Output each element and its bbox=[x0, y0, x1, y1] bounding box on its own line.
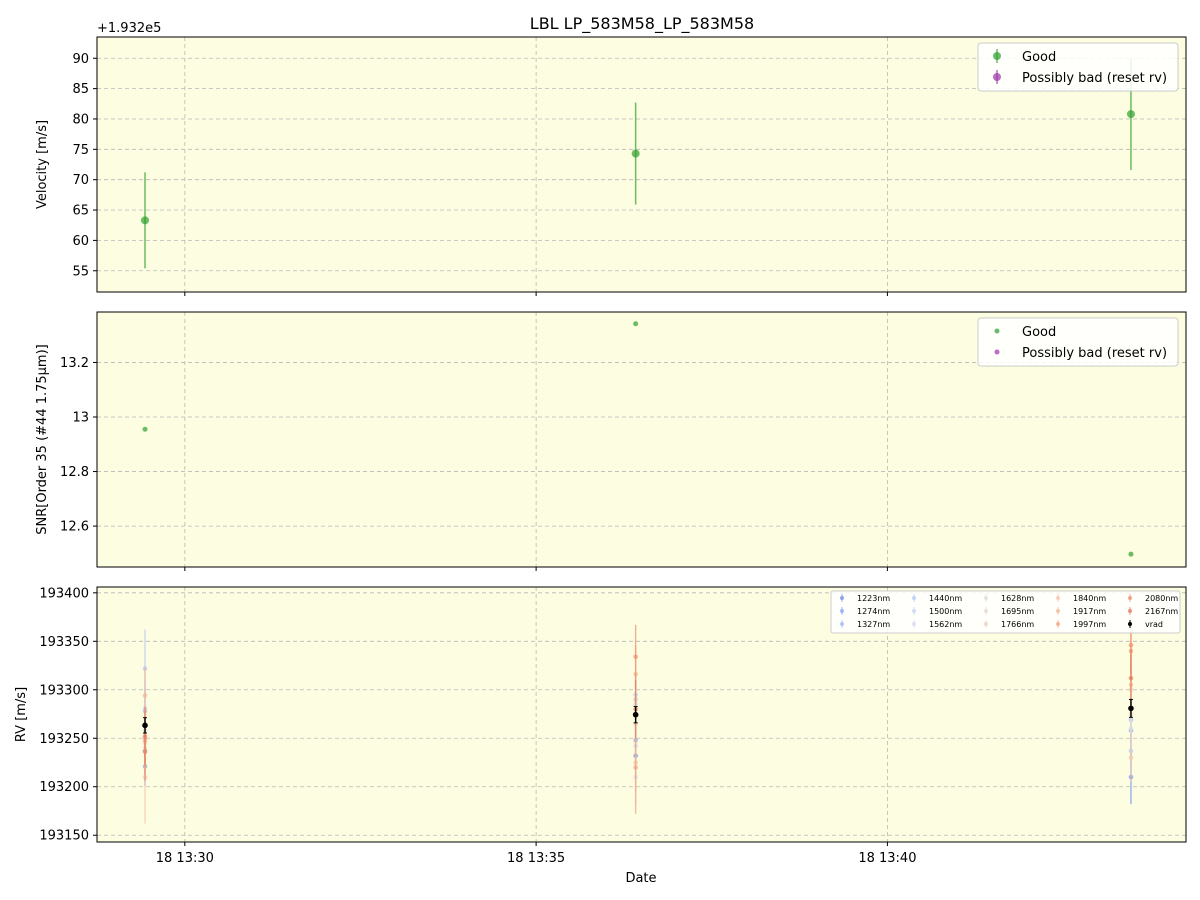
y-tick-label: 193150 bbox=[39, 829, 89, 844]
legend-label: 2080nm bbox=[1145, 594, 1178, 603]
data-point bbox=[1128, 755, 1134, 760]
y-tick-label: 193200 bbox=[39, 780, 89, 795]
x-axis-label: Date bbox=[625, 871, 656, 886]
legend-marker bbox=[984, 622, 988, 626]
legend-label: vrad bbox=[1145, 620, 1163, 629]
y-axis-label: Velocity [m/s] bbox=[35, 120, 50, 209]
y-tick-label: 193250 bbox=[39, 732, 89, 747]
panel-rv: 193150 193200 193250 193300 193350 193400 18 1… bbox=[14, 586, 1187, 866]
legend-marker bbox=[912, 596, 916, 600]
legend-label: 1440nm bbox=[929, 594, 962, 603]
legend-marker bbox=[840, 609, 844, 613]
legend-marker bbox=[840, 622, 844, 626]
data-point bbox=[142, 693, 148, 698]
panel-snr: 12.6 12.8 13 13.2 SNR[Order 35 (#44 1.75μm)]… bbox=[35, 311, 1187, 571]
legend-marker bbox=[1056, 609, 1060, 613]
legend-marker bbox=[984, 609, 988, 613]
y-tick-label: 75 bbox=[72, 143, 89, 158]
legend-marker bbox=[994, 349, 1000, 355]
legend-label: 1997nm bbox=[1073, 620, 1106, 629]
data-point bbox=[632, 711, 639, 718]
legend-label: 1840nm bbox=[1073, 594, 1106, 603]
data-point bbox=[1126, 110, 1135, 119]
data-point bbox=[1128, 675, 1134, 681]
legend-marker bbox=[1128, 609, 1132, 613]
legend-label: Good bbox=[1022, 50, 1056, 65]
legend-marker bbox=[1128, 622, 1132, 626]
y-tick-label: 80 bbox=[72, 112, 89, 127]
legend-label: 1500nm bbox=[929, 607, 962, 616]
legend-marker bbox=[993, 73, 1001, 81]
axis-offset-label: +1.932e5 bbox=[97, 21, 161, 36]
y-tick-label: 12.6 bbox=[60, 520, 89, 535]
y-tick-label: 55 bbox=[72, 264, 89, 279]
y-tick-label: 13.2 bbox=[60, 356, 89, 371]
legend-label: 1223nm bbox=[857, 594, 890, 603]
legend-label: Possibly bad (reset rv) bbox=[1022, 346, 1167, 361]
y-tick-label: 193350 bbox=[39, 635, 89, 650]
data-point bbox=[633, 654, 638, 660]
y-tick-label: 193400 bbox=[39, 586, 89, 601]
figure: LBL LP_583M58_LP_583M58 Date 55 60 65 70 75 8… bbox=[14, 14, 1187, 886]
y-axis-label: SNR[Order 35 (#44 1.75μm)] bbox=[35, 344, 50, 535]
x-tick-label: 18 13:30 bbox=[156, 851, 214, 866]
legend-marker bbox=[1056, 622, 1060, 626]
legend-label: Good bbox=[1022, 325, 1056, 340]
legend-label: 2167nm bbox=[1145, 607, 1178, 616]
legend-label: 1327nm bbox=[857, 620, 890, 629]
x-tick-label: 18 13:35 bbox=[507, 851, 565, 866]
y-tick-label: 85 bbox=[72, 82, 89, 97]
y-tick-label: 60 bbox=[72, 234, 89, 249]
y-tick-label: 70 bbox=[72, 173, 89, 188]
data-point bbox=[633, 321, 639, 327]
data-point bbox=[142, 734, 148, 739]
data-point bbox=[142, 722, 148, 729]
y-tick-label: 193300 bbox=[39, 683, 89, 698]
legend-label: 1274nm bbox=[857, 607, 890, 616]
legend-marker bbox=[912, 622, 916, 626]
y-tick-label: 13 bbox=[72, 411, 89, 426]
legend-label: 1917nm bbox=[1073, 607, 1106, 616]
y-axis-label: RV [m/s] bbox=[14, 687, 29, 742]
legend-label: 1766nm bbox=[1001, 620, 1034, 629]
y-tick-label: 90 bbox=[72, 52, 89, 67]
data-point bbox=[631, 149, 640, 158]
y-tick-label: 12.8 bbox=[60, 465, 89, 480]
legend-marker bbox=[912, 609, 916, 613]
legend-label: 1562nm bbox=[929, 620, 962, 629]
data-point bbox=[633, 765, 638, 770]
x-tick-label: 18 13:40 bbox=[858, 851, 916, 866]
panel-velocity: 55 60 65 70 75 80 85 90 Velocity [m/s] +1.932e5 Go… bbox=[35, 21, 1187, 296]
legend-marker bbox=[984, 596, 988, 600]
legend-marker bbox=[1056, 596, 1060, 600]
data-point bbox=[142, 426, 148, 432]
data-point bbox=[1128, 551, 1134, 557]
legend-marker bbox=[840, 596, 844, 600]
y-tick-label: 65 bbox=[72, 204, 89, 219]
figure-title: LBL LP_583M58_LP_583M58 bbox=[530, 14, 754, 34]
legend-marker bbox=[1128, 596, 1132, 600]
legend-marker bbox=[994, 328, 1000, 334]
legend-label: Possibly bad (reset rv) bbox=[1022, 71, 1167, 86]
legend-label: 1628nm bbox=[1001, 594, 1034, 603]
data-point bbox=[141, 216, 150, 225]
legend-marker bbox=[993, 52, 1001, 60]
data-point bbox=[1128, 705, 1134, 712]
data-point bbox=[1128, 642, 1134, 648]
legend-label: 1695nm bbox=[1001, 607, 1034, 616]
